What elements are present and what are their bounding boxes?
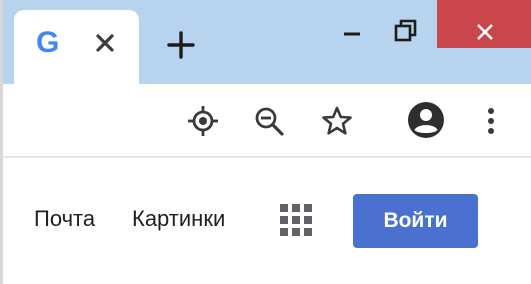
minimize-icon[interactable] [330,0,378,48]
more-vert-icon[interactable] [479,104,513,138]
window-close-icon[interactable] [437,0,531,48]
zoom-out-icon[interactable] [252,104,286,138]
images-link[interactable]: Картинки [132,206,225,232]
tab-close-icon[interactable] [92,30,118,56]
active-tab[interactable]: G [14,10,139,84]
page-content: Почта Картинки Войти [0,158,531,284]
location-icon[interactable] [186,104,220,138]
browser-window: G Почта Картинки Войти [0,0,531,284]
profile-icon[interactable] [406,100,446,140]
mail-link[interactable]: Почта [34,206,95,232]
tab-strip: G [0,0,531,84]
browser-toolbar [0,84,531,156]
restore-icon[interactable] [382,0,432,48]
google-g-icon: G [36,26,60,59]
signin-button[interactable]: Войти [353,194,478,248]
window-left-edge [0,0,3,284]
bookmark-star-icon[interactable] [320,104,354,138]
apps-grid-icon[interactable] [279,203,313,237]
new-tab-plus-icon[interactable] [166,30,196,60]
